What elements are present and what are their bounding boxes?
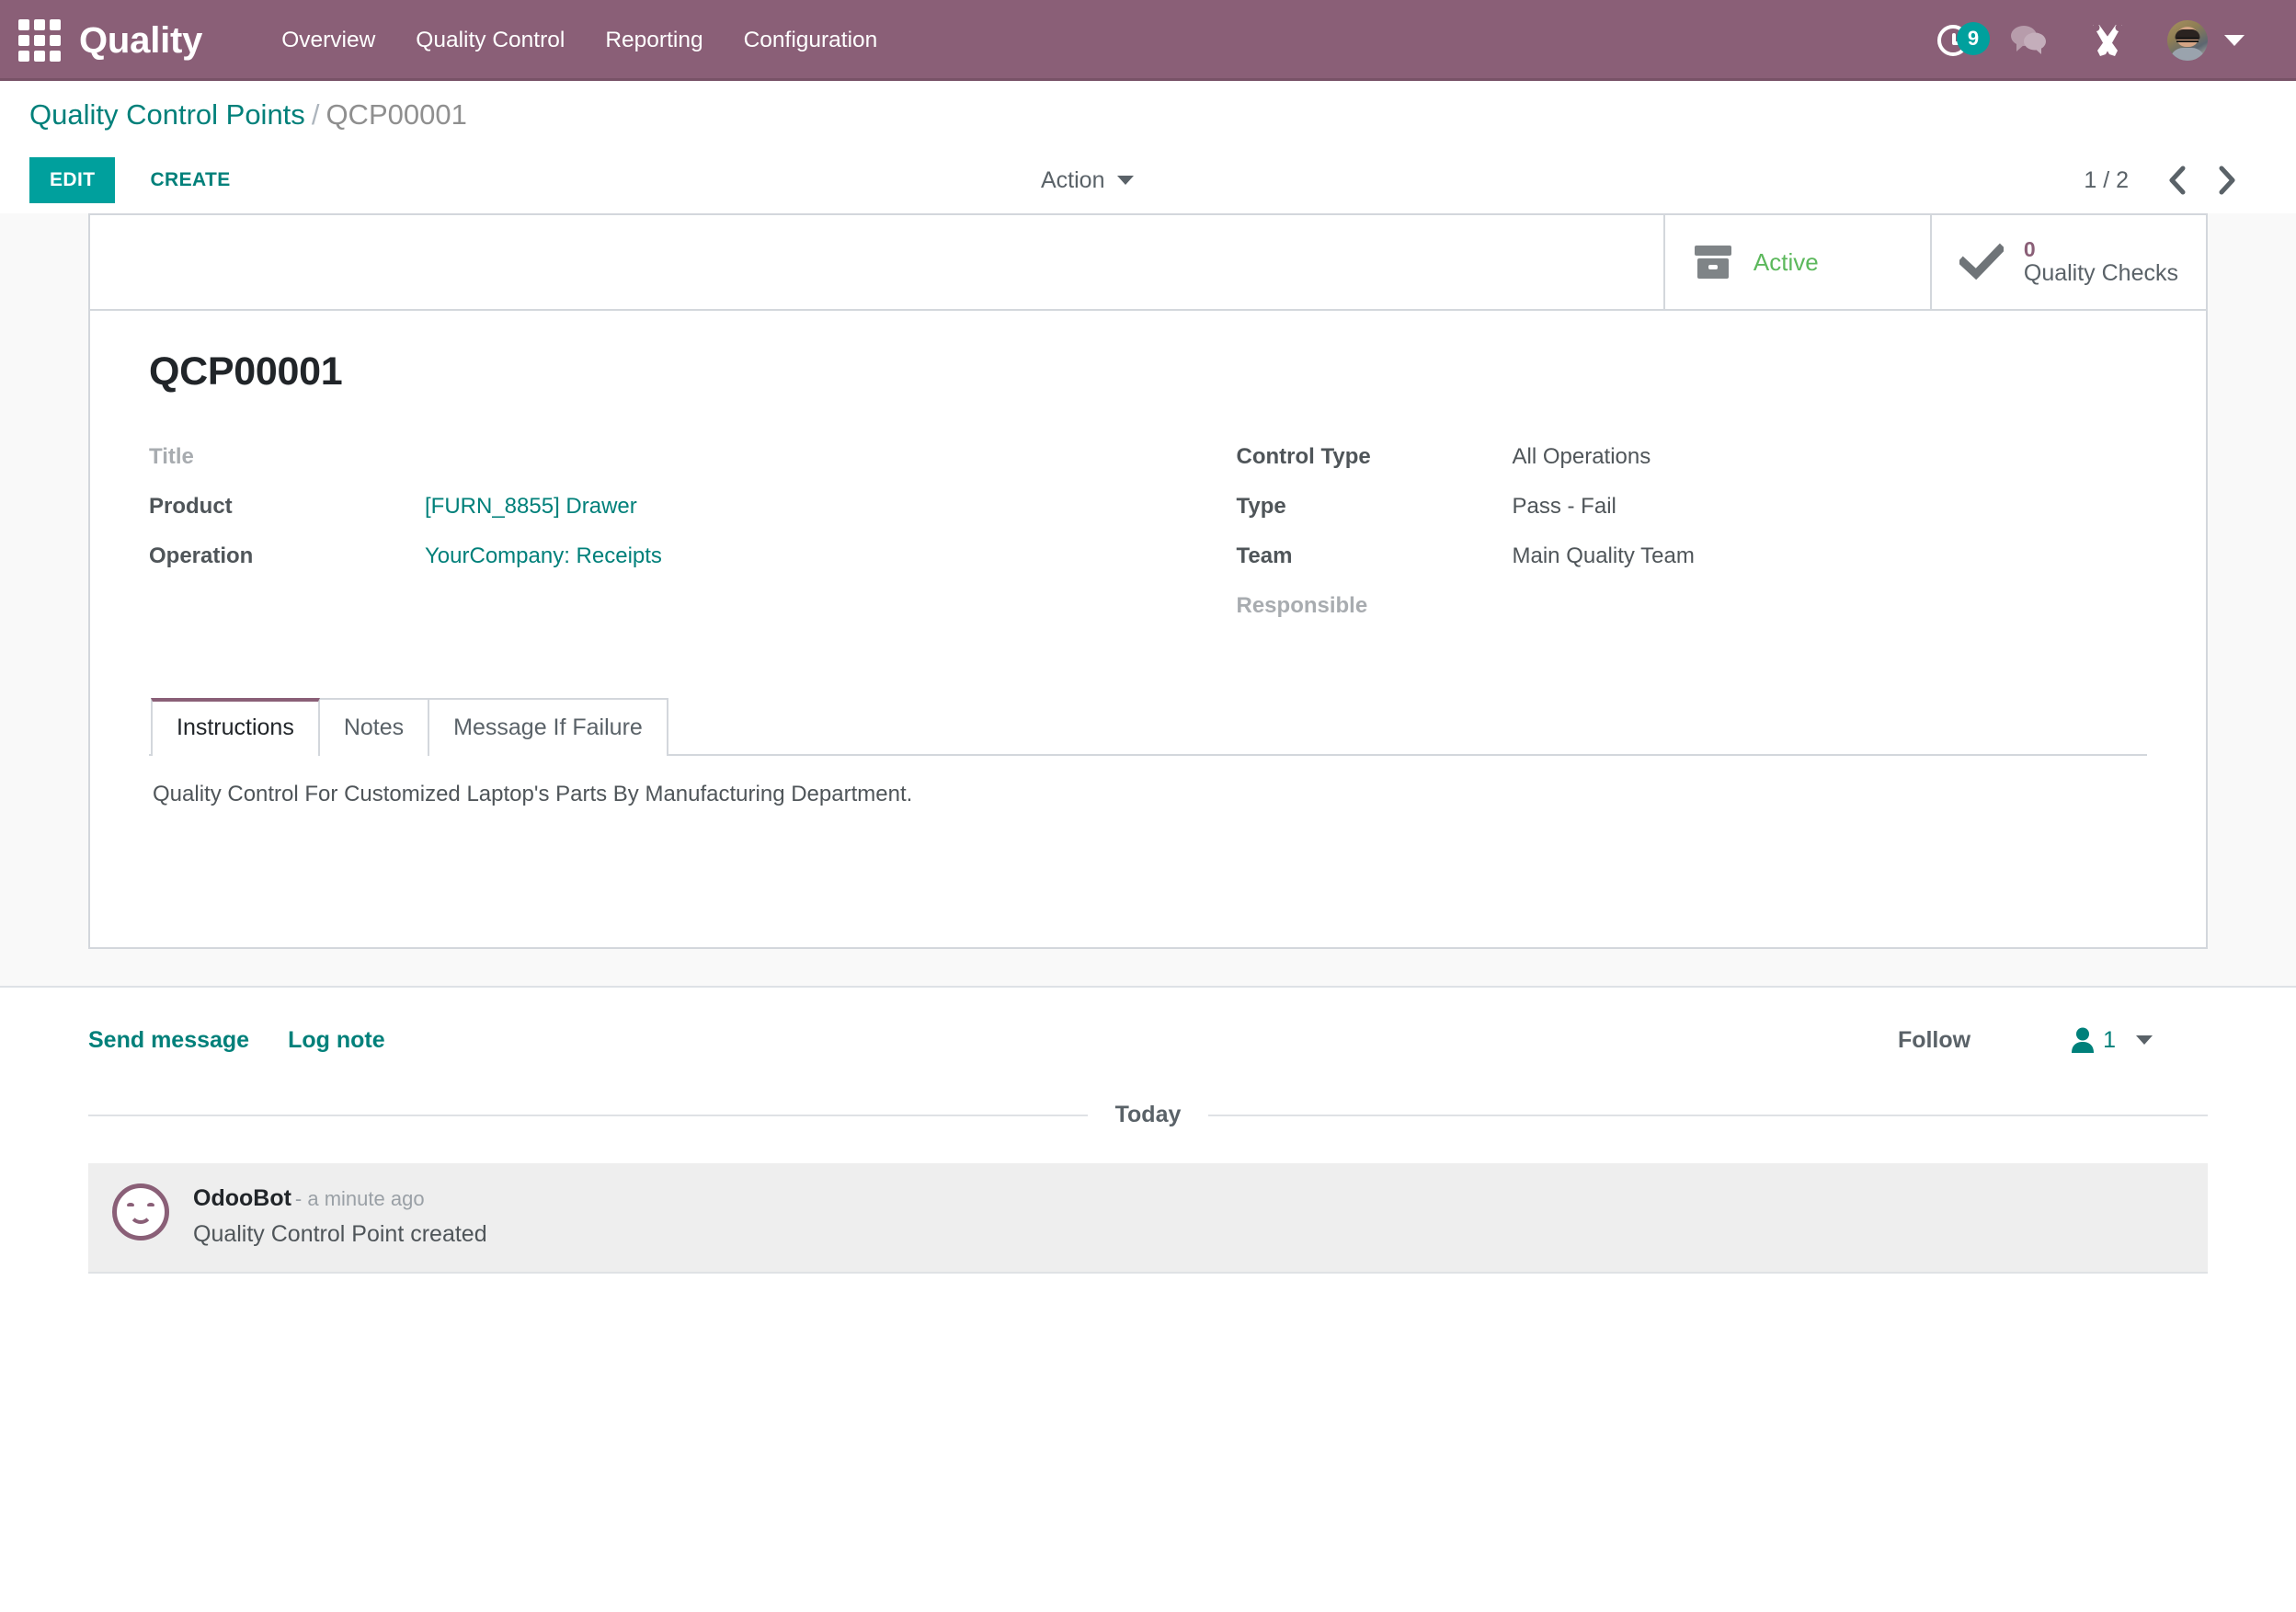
form-notebook: Instructions Notes Message If Failure Qu… [149, 698, 2147, 914]
navbar-systray: 9 [1917, 0, 2276, 81]
create-button[interactable]: CREATE [130, 157, 250, 203]
form-fields: Title Product [FURN_8855] Drawer Operati… [149, 444, 2147, 643]
day-separator-line-right [1208, 1114, 2209, 1116]
chatter-message: OdooBot - a minute ago Quality Control Po… [88, 1163, 2208, 1275]
chevron-down-icon [2224, 35, 2245, 46]
tools-menu-button[interactable] [2068, 0, 2147, 81]
chatter: Send message Log note Follow 1 Today Odo… [0, 988, 2296, 1275]
notebook-tab-list: Instructions Notes Message If Failure [149, 698, 2147, 757]
apps-menu-button[interactable] [0, 0, 79, 81]
wrench-screwdriver-icon [2092, 24, 2123, 56]
field-label-operation: Operation [149, 543, 254, 569]
form-sheet: Active 0 Quality Checks QCP00001 Title P… [88, 213, 2208, 950]
apps-grid-icon [18, 19, 61, 62]
chevron-left-icon [2169, 166, 2186, 195]
field-row-responsible: Responsible [1237, 593, 2148, 630]
pager: 1 / 2 [2084, 162, 2267, 199]
breadcrumb-separator: / [311, 98, 320, 131]
app-brand-title[interactable]: Quality [79, 20, 202, 62]
control-panel-actions: EDIT CREATE Action 1 / 2 [29, 147, 2267, 213]
field-value-team[interactable]: Main Quality Team [1513, 543, 1695, 569]
field-row-product: Product [FURN_8855] Drawer [149, 494, 1148, 531]
activity-menu-button[interactable]: 9 [1917, 0, 1990, 81]
user-icon [2072, 1027, 2095, 1054]
record-title: QCP00001 [149, 349, 343, 394]
archive-box-icon [1693, 243, 1733, 281]
day-separator-label: Today [1114, 1102, 1182, 1128]
field-label-title: Title [149, 444, 194, 470]
day-separator-line-left [88, 1114, 1088, 1116]
top-navbar: Quality Overview Quality Control Reporti… [0, 0, 2296, 81]
pager-next-button[interactable] [2202, 162, 2252, 199]
message-header: OdooBot - a minute ago [193, 1185, 487, 1212]
edit-button[interactable]: EDIT [29, 157, 116, 204]
sheet-chatter-divider [0, 949, 2296, 989]
field-row-team: Team Main Quality Team [1237, 543, 2148, 580]
field-label-product: Product [149, 494, 233, 520]
tab-instructions[interactable]: Instructions [151, 698, 320, 757]
control-panel: Quality Control Points / QCP00001 EDIT CRE… [0, 81, 2296, 214]
action-dropdown[interactable]: Action [1041, 166, 1135, 194]
menu-item-configuration[interactable]: Configuration [724, 0, 898, 81]
followers-button[interactable]: 1 [2070, 1026, 2153, 1054]
user-menu-button[interactable] [2147, 0, 2265, 81]
instructions-text: Quality Control For Customized Laptop's … [153, 782, 913, 807]
menu-item-reporting[interactable]: Reporting [585, 0, 723, 81]
quality-checks-button[interactable]: 0 Quality Checks [1929, 215, 2206, 310]
pager-previous-button[interactable] [2153, 162, 2202, 199]
tab-panel-instructions: Quality Control For Customized Laptop's … [149, 756, 2147, 914]
field-value-product[interactable]: [FURN_8855] Drawer [425, 494, 637, 520]
field-value-type[interactable]: Pass - Fail [1513, 494, 1616, 520]
breadcrumb-current: QCP00001 [326, 98, 467, 131]
quality-checks-label: Quality Checks [2023, 259, 2178, 286]
pager-value: 1 / 2 [2084, 166, 2129, 193]
field-row-type: Type Pass - Fail [1237, 494, 2148, 531]
action-dropdown-label: Action [1041, 166, 1105, 193]
form-body: QCP00001 Title Product [FURN_8855] Drawe… [90, 311, 2206, 947]
main-menu: Overview Quality Control Reporting Confi… [261, 0, 897, 81]
active-toggle-button[interactable]: Active [1662, 215, 1930, 310]
field-value-operation[interactable]: YourCompany: Receipts [425, 543, 662, 569]
menu-item-overview[interactable]: Overview [261, 0, 395, 81]
field-label-responsible: Responsible [1236, 593, 1368, 619]
breadcrumb-root-link[interactable]: Quality Control Points [29, 98, 305, 131]
follow-controls: Follow 1 [1898, 1026, 2208, 1054]
tab-notes[interactable]: Notes [317, 698, 430, 757]
message-content: OdooBot - a minute ago Quality Control Po… [193, 1183, 487, 1248]
chevron-right-icon [2219, 166, 2235, 195]
caret-down-icon [2136, 1035, 2153, 1046]
message-author[interactable]: OdooBot [193, 1185, 291, 1211]
menu-item-quality-control[interactable]: Quality Control [395, 0, 585, 81]
log-note-button[interactable]: Log note [288, 1027, 385, 1054]
chat-bubbles-icon [2011, 26, 2046, 54]
field-row-control-type: Control Type All Operations [1237, 444, 2148, 481]
check-icon [1959, 243, 2004, 281]
day-separator: Today [88, 1102, 2209, 1128]
message-body: Quality Control Point created [193, 1221, 487, 1248]
stat-button-box: Active 0 Quality Checks [90, 215, 2206, 312]
breadcrumb: Quality Control Points / QCP00001 [29, 98, 2267, 131]
field-label-team: Team [1236, 543, 1293, 569]
chatter-toolbar: Send message Log note Follow 1 [88, 988, 2208, 1081]
caret-down-icon [1117, 176, 1135, 186]
active-status-label: Active [1753, 247, 1819, 276]
field-row-operation: Operation YourCompany: Receipts [149, 543, 1148, 580]
activity-counter-badge: 9 [1957, 22, 1990, 55]
field-row-title: Title [149, 444, 1148, 481]
form-view-background: Active 0 Quality Checks QCP00001 Title P… [0, 213, 2296, 989]
field-label-control-type: Control Type [1236, 444, 1371, 470]
messaging-menu-button[interactable] [1989, 0, 2068, 81]
send-message-button[interactable]: Send message [88, 1027, 249, 1054]
message-timestamp: - a minute ago [294, 1187, 425, 1211]
user-avatar [2167, 20, 2208, 61]
field-label-type: Type [1236, 494, 1286, 520]
follow-button[interactable]: Follow [1898, 1027, 1970, 1054]
quality-checks-count: 0 [2023, 236, 2036, 261]
field-value-control-type[interactable]: All Operations [1513, 444, 1651, 470]
form-column-right: Control Type All Operations Type Pass - … [1148, 444, 2148, 643]
tab-message-if-failure[interactable]: Message If Failure [428, 698, 668, 757]
form-column-left: Title Product [FURN_8855] Drawer Operati… [149, 444, 1148, 643]
odoobot-smiley-avatar [112, 1183, 169, 1241]
followers-count: 1 [2103, 1026, 2116, 1053]
